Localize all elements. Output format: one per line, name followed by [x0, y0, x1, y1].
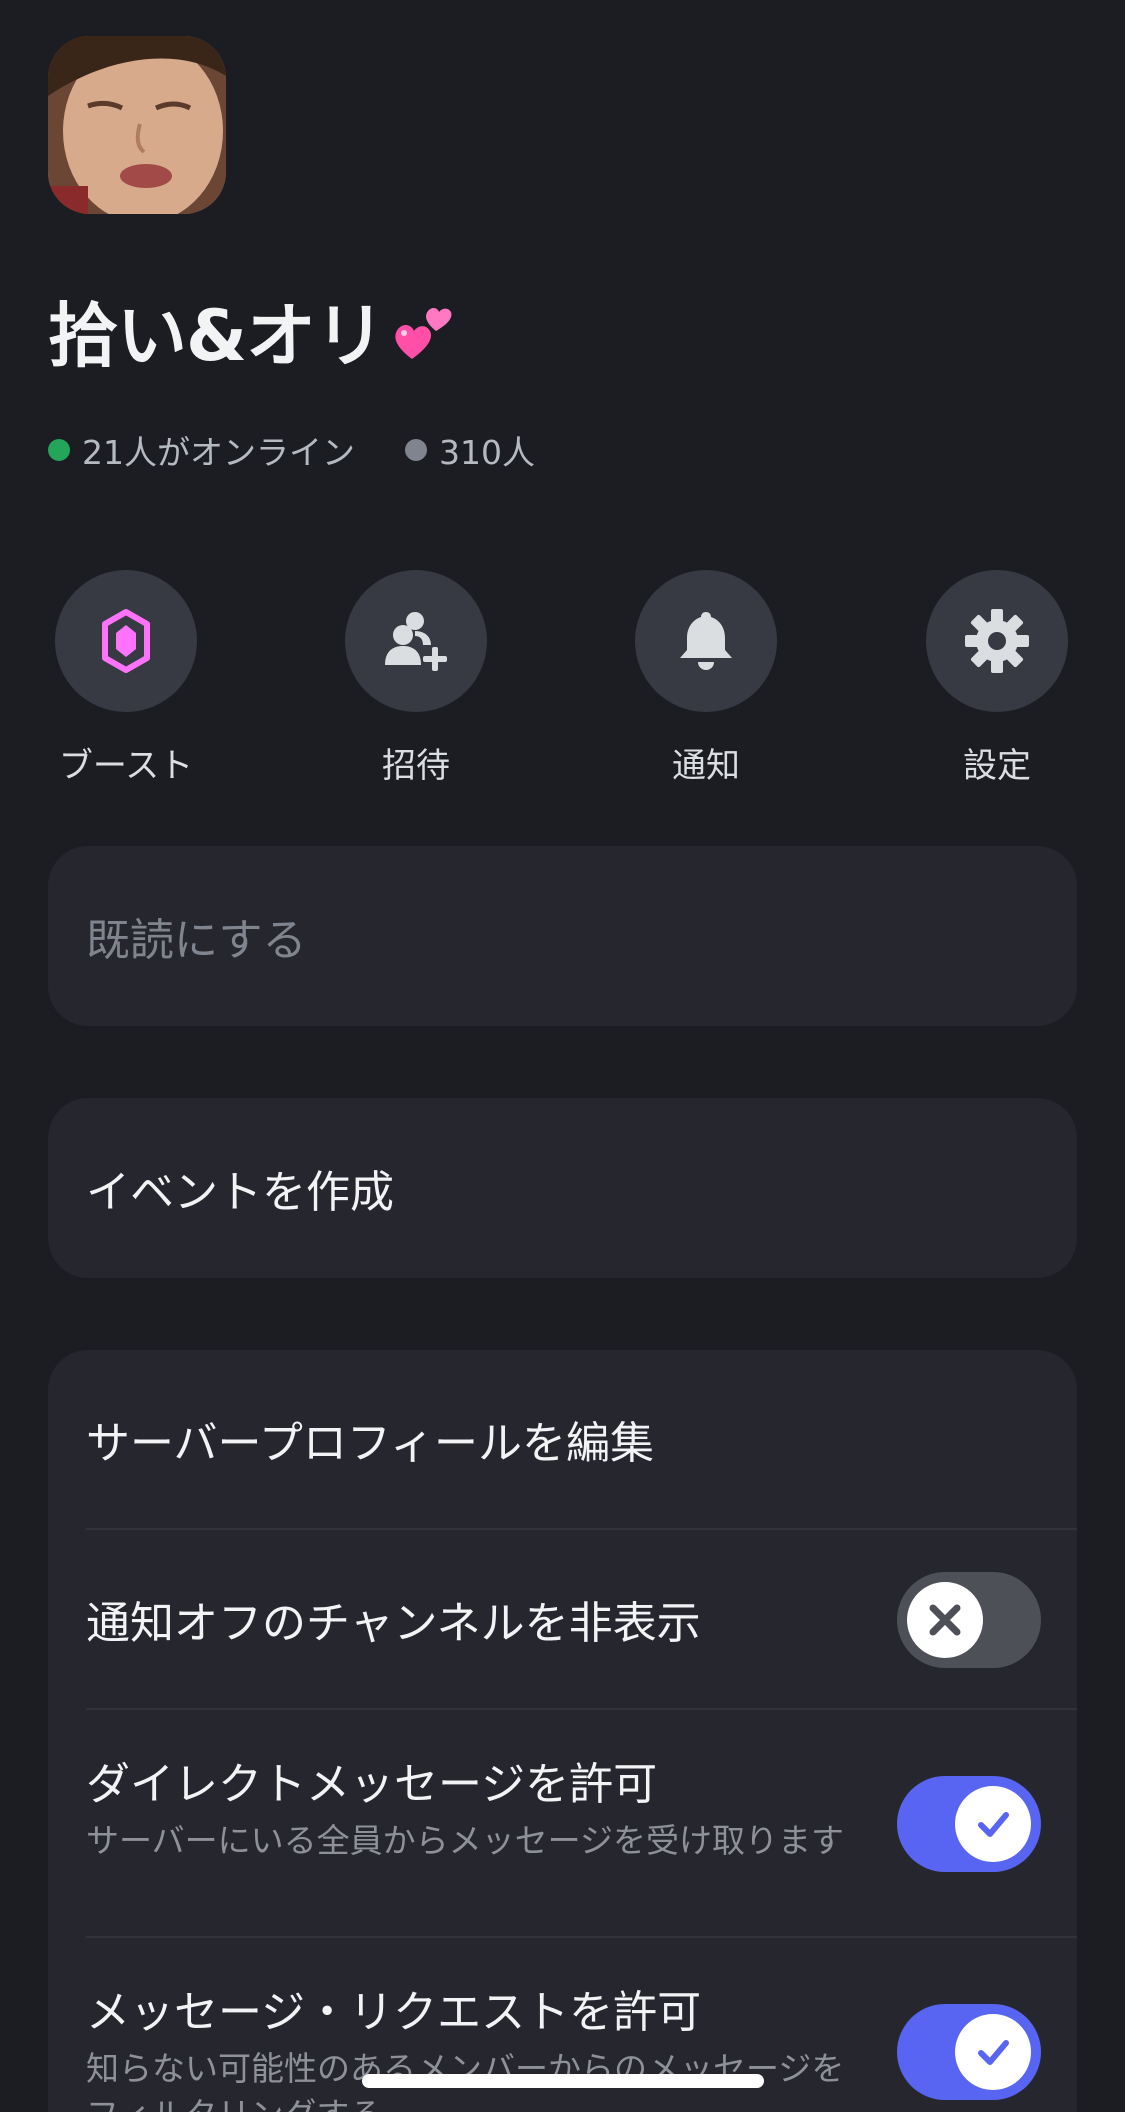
gear-icon — [965, 609, 1029, 673]
create-event-button[interactable]: イベントを作成 — [48, 1098, 1077, 1278]
create-event-label: イベントを作成 — [86, 1167, 394, 1218]
server-stats: 21人がオンライン 310人 — [48, 426, 585, 474]
notifications-button[interactable]: 通知 — [606, 570, 806, 787]
online-dot-icon — [48, 439, 70, 461]
invite-label: 招待 — [382, 746, 450, 786]
toggle-knob — [955, 1786, 1031, 1862]
boost-button[interactable]: ブースト — [26, 570, 226, 787]
server-settings-list: サーバープロフィールを編集 通知オフのチャンネルを非表示 ダイレクトメッセージを… — [48, 1350, 1077, 2112]
notifications-label: 通知 — [672, 746, 740, 786]
settings-circle[interactable] — [926, 570, 1068, 712]
hide-muted-channels-row[interactable]: 通知オフのチャンネルを非表示 — [86, 1530, 1077, 1710]
boost-label: ブースト — [58, 746, 194, 786]
mark-as-read-button[interactable]: 既読にする — [48, 846, 1077, 1026]
edit-server-profile-label: サーバープロフィールを編集 — [86, 1418, 655, 1469]
member-count-text: 310人 — [439, 433, 535, 472]
boost-circle[interactable] — [55, 570, 197, 712]
mark-as-read-label: 既読にする — [86, 915, 307, 966]
toggle-knob — [907, 1582, 983, 1658]
invite-circle[interactable] — [345, 570, 487, 712]
bell-icon — [680, 612, 732, 670]
toggle-knob — [955, 2014, 1031, 2090]
online-count-text: 21人がオンライン — [82, 433, 355, 472]
member-dot-icon — [405, 439, 427, 461]
home-indicator[interactable] — [362, 2074, 764, 2088]
checkmark-icon — [978, 1812, 1009, 1837]
invite-person-plus-icon — [385, 612, 447, 671]
notifications-circle[interactable] — [635, 570, 777, 712]
settings-label: 設定 — [963, 746, 1031, 786]
boost-gem-icon — [102, 609, 150, 673]
server-icon[interactable] — [48, 36, 226, 214]
allow-direct-messages-row[interactable]: ダイレクトメッセージを許可 サーバーにいる全員からメッセージを受け取ります — [86, 1710, 1077, 1938]
online-count: 21人がオンライン — [48, 426, 355, 474]
server-menu-sheet: 拾い&オリ 21人がオンライン 310人 ブースト 招待 通知 設定 既読にする… — [0, 0, 1125, 2112]
member-count: 310人 — [405, 426, 535, 474]
allow-message-requests-toggle[interactable] — [897, 2004, 1041, 2100]
close-icon — [929, 1604, 961, 1636]
hide-muted-channels-toggle[interactable] — [897, 1572, 1041, 1668]
action-bar: ブースト 招待 通知 設定 — [0, 570, 1125, 790]
server-name: 拾い&オリ — [48, 280, 460, 384]
two-hearts-icon — [390, 297, 460, 384]
invite-button[interactable]: 招待 — [316, 570, 516, 787]
hide-muted-channels-label: 通知オフのチャンネルを非表示 — [86, 1598, 701, 1649]
server-name-text: 拾い&オリ — [48, 295, 385, 377]
settings-button[interactable]: 設定 — [897, 570, 1097, 787]
checkmark-icon — [978, 2040, 1009, 2065]
edit-server-profile-row[interactable]: サーバープロフィールを編集 — [86, 1350, 1077, 1530]
allow-direct-messages-toggle[interactable] — [897, 1776, 1041, 1872]
allow-direct-messages-description: サーバーにいる全員からメッセージを受け取ります — [86, 1821, 845, 1860]
